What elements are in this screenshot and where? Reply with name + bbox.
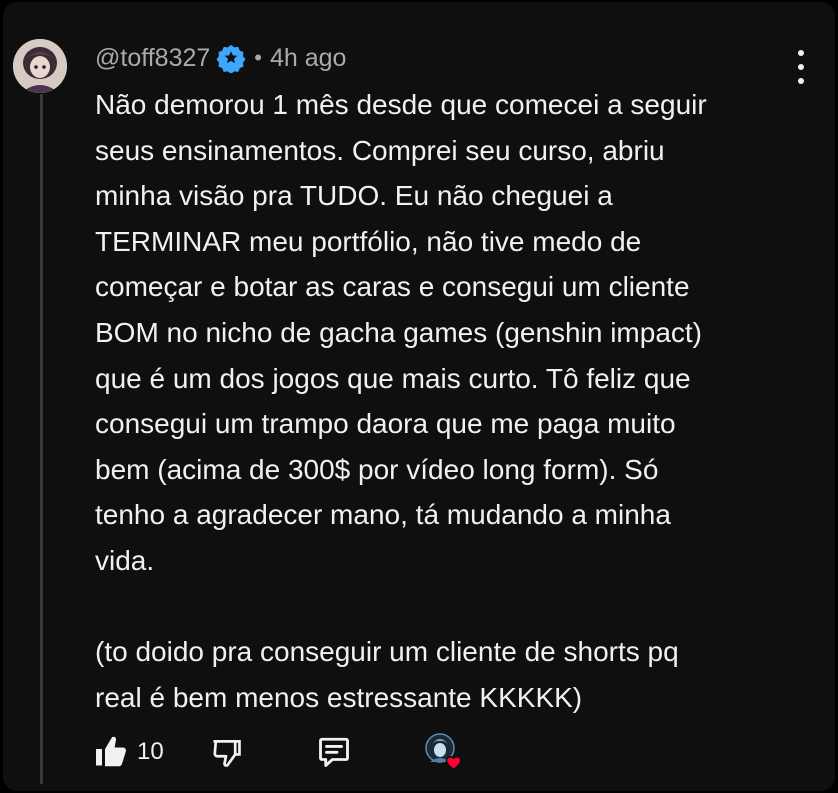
more-vert-icon: [798, 50, 804, 56]
verified-badge-icon: [216, 43, 246, 74]
thread-line: [40, 94, 43, 784]
avatar-image: [13, 39, 67, 93]
avatar[interactable]: [13, 39, 67, 93]
comment-header: @toff8327 • 4h ago: [95, 40, 346, 76]
comment-card: @toff8327 • 4h ago Não demorou 1 mês des…: [3, 2, 835, 791]
creator-heart-icon: [424, 733, 462, 772]
like-button[interactable]: 10: [93, 734, 164, 770]
separator-dot: •: [254, 45, 262, 70]
more-options-button[interactable]: [795, 50, 807, 84]
timestamp[interactable]: 4h ago: [270, 44, 346, 73]
thumbs-down-icon: [212, 740, 241, 767]
comment-text: Não demorou 1 mês desde que comecei a se…: [95, 89, 707, 713]
reply-button[interactable]: [316, 734, 352, 770]
like-count: 10: [137, 738, 164, 765]
dislike-button[interactable]: [210, 735, 244, 769]
comment-actions: 10: [93, 730, 464, 774]
creator-heart[interactable]: [424, 732, 464, 772]
reply-comment-icon: [318, 737, 349, 767]
thumbs-up-icon: [96, 736, 126, 767]
username[interactable]: @toff8327: [95, 44, 210, 73]
